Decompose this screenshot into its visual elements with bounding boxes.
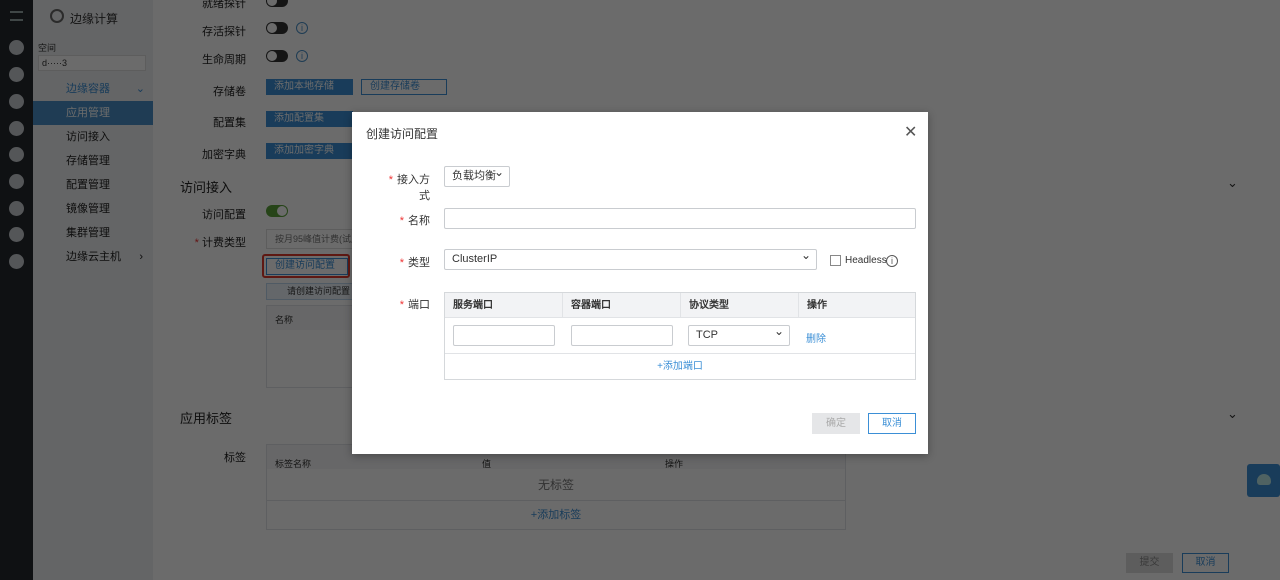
nav-group-label: 边缘云主机	[66, 251, 121, 263]
menu-icon[interactable]	[10, 11, 23, 21]
probe-live-label: 存活探针	[202, 26, 246, 38]
access-config-label: 访问配置	[202, 209, 246, 221]
container-port-input[interactable]	[571, 325, 673, 346]
chevron-down-icon[interactable]: ⌄	[1227, 406, 1238, 422]
secret-label: 加密字典	[202, 149, 246, 161]
info-icon[interactable]: i	[296, 22, 308, 34]
labels-section-title: 应用标签	[180, 411, 233, 426]
rail-icon-5[interactable]	[9, 147, 24, 162]
info-icon[interactable]: i	[886, 255, 898, 267]
add-label-link[interactable]: +添加标签	[267, 501, 845, 529]
nav-group-edge-vm[interactable]: 边缘云主机 ›	[33, 245, 153, 269]
access-method-label: * 接入方式	[388, 174, 430, 202]
nav-group-edge-container[interactable]: 边缘容器 ⌄	[33, 77, 153, 101]
column-header: 标签名称	[275, 459, 312, 469]
nav-item-cluster[interactable]: 集群管理	[33, 221, 153, 245]
lifecycle-toggle[interactable]	[266, 50, 288, 62]
chat-icon	[1256, 474, 1271, 485]
probe-ready-toggle[interactable]	[266, 0, 288, 7]
type-label: * 类型	[399, 257, 430, 269]
submit-button[interactable]: 提交	[1126, 553, 1173, 573]
side-nav: 边缘计算 空间 d·····3 边缘容器 ⌄ 应用管理 访问接入 存储管理 配置…	[33, 0, 153, 580]
access-section-title: 访问接入	[180, 180, 233, 195]
nav-item-app-management[interactable]: 应用管理	[33, 101, 153, 125]
product-logo-icon	[50, 9, 64, 23]
column-header: 操作	[807, 300, 827, 311]
type-select[interactable]: ClusterIP	[444, 246, 817, 270]
port-label: * 端口	[399, 299, 430, 311]
headless-label: Headless	[845, 255, 887, 266]
rail-icon-4[interactable]	[9, 121, 24, 136]
probe-ready-label: 就绪探针	[202, 0, 246, 10]
confirm-button[interactable]: 确定	[812, 413, 860, 434]
add-configset-button[interactable]: 添加配置集	[266, 111, 353, 127]
rail-icon-1[interactable]	[9, 40, 24, 55]
protocol-select[interactable]: TCP	[688, 322, 790, 346]
nav-item-config[interactable]: 配置管理	[33, 173, 153, 197]
table-row: TCP 删除	[445, 318, 915, 354]
create-volume-button[interactable]: 创建存储卷	[361, 79, 447, 95]
labels-table: 标签名称 值 操作 无标签 +添加标签	[266, 444, 846, 530]
column-header: 容器端口	[563, 293, 681, 318]
chevron-down-icon: ⌄	[135, 83, 145, 95]
nav-group-label: 边缘容器	[66, 83, 110, 95]
headless-checkbox[interactable]	[830, 255, 841, 266]
probe-live-toggle[interactable]	[266, 22, 288, 34]
add-port-link[interactable]: +添加端口	[445, 354, 915, 379]
name-label: * 名称	[399, 215, 430, 227]
chevron-right-icon: ›	[139, 251, 143, 263]
column-header: 协议类型	[681, 293, 799, 318]
nav-item-access[interactable]: 访问接入	[33, 125, 153, 149]
access-method-select[interactable]: 负载均衡	[444, 163, 510, 187]
configset-label: 配置集	[213, 117, 246, 129]
rail-icon-3[interactable]	[9, 94, 24, 109]
close-icon[interactable]: ✕	[904, 122, 917, 142]
access-config-toggle[interactable]	[266, 205, 288, 217]
create-access-config-button[interactable]: 创建访问配置	[266, 258, 348, 275]
column-header: 操作	[665, 459, 684, 469]
space-select[interactable]: d·····3	[38, 55, 146, 71]
nav-item-storage[interactable]: 存储管理	[33, 149, 153, 173]
rail-icon-6[interactable]	[9, 174, 24, 189]
rail-icon-7[interactable]	[9, 201, 24, 216]
name-input[interactable]	[444, 208, 916, 229]
column-header: 值	[482, 459, 492, 469]
delete-port-link[interactable]: 删除	[806, 330, 826, 345]
rail-icon-2[interactable]	[9, 67, 24, 82]
dialog-title: 创建访问配置	[366, 127, 439, 141]
space-label: 空间	[38, 43, 57, 53]
info-icon[interactable]: i	[296, 50, 308, 62]
add-secret-button[interactable]: 添加加密字典	[266, 143, 353, 159]
create-access-config-dialog: 创建访问配置 ✕ *接入方式 负载均衡 *名称 *类型 ClusterIP He…	[352, 112, 928, 454]
cancel-button[interactable]: 取消	[1182, 553, 1229, 573]
rail-icon-9[interactable]	[9, 254, 24, 269]
port-table: 服务端口 容器端口 协议类型 操作 TCP 删除 +添加端口	[444, 292, 916, 380]
icon-rail	[0, 0, 33, 580]
volume-label: 存储卷	[213, 86, 246, 98]
rail-icon-8[interactable]	[9, 227, 24, 242]
column-header: 服务端口	[445, 293, 563, 318]
empty-state: 无标签	[267, 469, 845, 501]
labels-label: 标签	[224, 452, 246, 464]
service-port-input[interactable]	[453, 325, 555, 346]
cancel-button[interactable]: 取消	[868, 413, 916, 434]
add-local-storage-button[interactable]: 添加本地存储	[266, 79, 353, 95]
lifecycle-label: 生命周期	[202, 54, 246, 66]
billing-label: * 计费类型	[194, 237, 246, 249]
product-name: 边缘计算	[70, 12, 119, 26]
chevron-down-icon[interactable]: ⌄	[1227, 175, 1238, 191]
nav-item-image[interactable]: 镜像管理	[33, 197, 153, 221]
chat-support-button[interactable]	[1247, 464, 1280, 497]
